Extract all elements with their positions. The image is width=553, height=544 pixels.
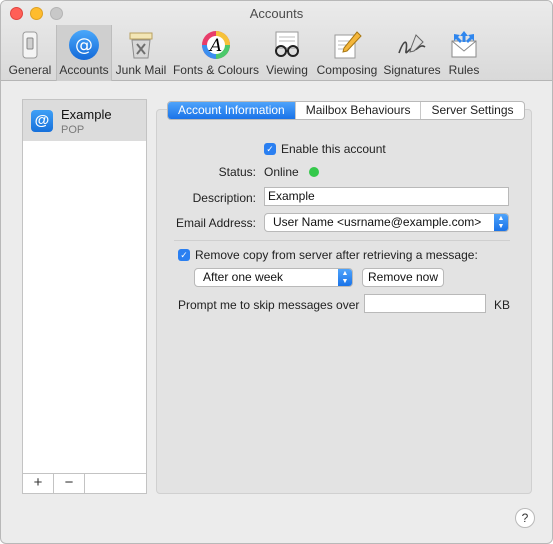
toolbar-junk-mail[interactable]: Junk Mail xyxy=(114,25,168,81)
accounts-preferences-window: Accounts General @ Accounts Junk Mail A … xyxy=(0,0,553,544)
rules-envelope-arrows-icon xyxy=(451,31,477,58)
composing-pencil-icon xyxy=(334,31,362,59)
status-label: Status: xyxy=(218,165,256,179)
toolbar-viewing[interactable]: Viewing xyxy=(263,25,311,81)
tab-server-settings[interactable]: Server Settings xyxy=(421,102,523,119)
junk-mail-bin-icon xyxy=(129,32,153,59)
section-divider xyxy=(174,240,510,241)
account-name: Example xyxy=(61,107,112,122)
svg-text:A: A xyxy=(208,36,222,56)
remove-after-popup[interactable]: After one week ▲ ▼ xyxy=(194,268,353,287)
status-online-indicator xyxy=(309,167,319,177)
signature-pen-icon xyxy=(398,34,426,54)
toolbar-general[interactable]: General xyxy=(5,25,55,81)
titlebar: Accounts General @ Accounts Junk Mail A … xyxy=(1,1,552,81)
description-label: Description: xyxy=(192,191,256,205)
account-list-item[interactable]: @ Example POP xyxy=(23,100,146,141)
sidebar-footer: + − xyxy=(23,473,146,493)
remove-now-button[interactable]: Remove now xyxy=(362,268,444,287)
toolbar-fonts-colours-label: Fonts & Colours xyxy=(172,63,260,77)
at-sign-icon: @ xyxy=(69,30,99,60)
accounts-sidebar: @ Example POP + − xyxy=(22,99,147,494)
status-value: Online xyxy=(264,165,299,179)
toolbar-accounts[interactable]: @ Accounts xyxy=(56,25,112,81)
remove-copy-checkbox[interactable]: ✓ xyxy=(178,249,190,261)
remove-account-button[interactable]: − xyxy=(54,474,85,493)
skip-messages-label: Prompt me to skip messages over xyxy=(178,298,360,312)
viewing-glasses-icon xyxy=(275,31,299,57)
description-field[interactable]: Example xyxy=(264,187,509,206)
toolbar-composing-label: Composing xyxy=(316,63,378,77)
account-type: POP xyxy=(61,124,85,136)
svg-text:@: @ xyxy=(75,35,93,56)
enable-account-checkbox[interactable]: ✓ xyxy=(264,143,276,155)
chevron-updown-icon: ▲ ▼ xyxy=(494,214,508,231)
toolbar-signatures[interactable]: Signatures xyxy=(381,25,443,81)
tab-mailbox-behaviours[interactable]: Mailbox Behaviours xyxy=(296,102,422,119)
toolbar-accounts-label: Accounts xyxy=(59,63,109,77)
toolbar-general-label: General xyxy=(8,63,52,77)
email-address-popup[interactable]: User Name <usrname@example.com> ▲ ▼ xyxy=(264,213,509,232)
toolbar-fonts-colours[interactable]: A Fonts & Colours xyxy=(171,25,261,81)
toolbar-composing[interactable]: Composing xyxy=(314,25,380,81)
help-button[interactable]: ? xyxy=(515,508,535,528)
fonts-colours-wheel-icon: A xyxy=(202,31,230,59)
toolbar-signatures-label: Signatures xyxy=(383,63,441,77)
email-address-value: User Name <usrname@example.com> xyxy=(273,215,482,229)
toolbar-rules-label: Rules xyxy=(448,63,480,77)
general-switch-icon xyxy=(22,31,38,59)
tab-account-information[interactable]: Account Information xyxy=(168,102,296,119)
skip-messages-unit: KB xyxy=(494,298,511,312)
toolbar-rules[interactable]: Rules xyxy=(445,25,483,81)
at-sign-icon: @ xyxy=(31,110,53,132)
enable-account-label: Enable this account xyxy=(281,142,386,156)
toolbar-junk-mail-label: Junk Mail xyxy=(115,63,167,77)
settings-tab-bar: Account Information Mailbox Behaviours S… xyxy=(167,101,525,120)
chevron-updown-icon: ▲ ▼ xyxy=(338,269,352,286)
toolbar-viewing-label: Viewing xyxy=(266,63,308,77)
add-account-button[interactable]: + xyxy=(23,474,54,493)
email-address-label: Email Address: xyxy=(175,216,256,230)
skip-messages-size-field[interactable] xyxy=(364,294,486,313)
remove-copy-label: Remove copy from server after retrieving… xyxy=(195,248,478,262)
remove-after-value: After one week xyxy=(203,270,284,284)
window-title: Accounts xyxy=(249,6,304,21)
